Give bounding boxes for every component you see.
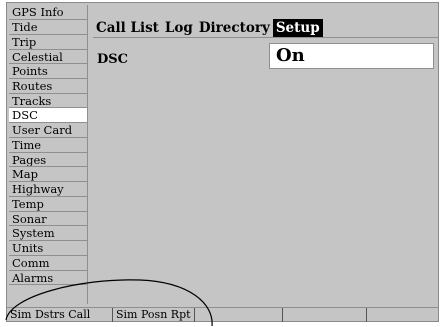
chartplotter-screen: GPS Info Tide Trip Celestial Points Rout… <box>6 2 439 322</box>
sidebar-item-units[interactable]: Units <box>9 241 87 256</box>
tab-bar: Call List Log Directory Setup <box>93 18 323 37</box>
tab-call-list[interactable]: Call List <box>93 19 162 37</box>
softkey-empty-5[interactable] <box>367 308 438 322</box>
sidebar-item-tracks[interactable]: Tracks <box>9 94 87 108</box>
tab-underline <box>93 37 438 38</box>
softkey-sim-position-report[interactable]: Sim Posn Rpt <box>113 308 195 322</box>
sidebar-item-celestial[interactable]: Celestial <box>9 50 87 64</box>
softkey-sim-distress-call[interactable]: Sim Dstrs Call <box>7 308 113 322</box>
sidebar-item-tide[interactable]: Tide <box>9 20 87 35</box>
sidebar-item-highway[interactable]: Highway <box>9 182 87 197</box>
tab-directory[interactable]: Directory <box>196 19 273 37</box>
sidebar-item-alarms[interactable]: Alarms <box>9 271 87 285</box>
sidebar-item-points[interactable]: Points <box>9 64 87 79</box>
sidebar-item-routes[interactable]: Routes <box>9 79 87 94</box>
sidebar-item-sonar[interactable]: Sonar <box>9 212 87 226</box>
sidebar-item-temp[interactable]: Temp <box>9 197 87 212</box>
sidebar-item-system[interactable]: System <box>9 226 87 241</box>
softkey-bar: Sim Dstrs Call Sim Posn Rpt <box>7 307 438 322</box>
sidebar-item-user-card[interactable]: User Card <box>9 123 87 138</box>
sidebar-item-trip[interactable]: Trip <box>9 35 87 50</box>
sidebar-item-gps-info[interactable]: GPS Info <box>9 5 87 20</box>
softkey-empty-4[interactable] <box>283 308 367 322</box>
sidebar-item-dsc[interactable]: DSC <box>9 108 87 123</box>
main-menu-sidebar: GPS Info Tide Trip Celestial Points Rout… <box>9 5 87 304</box>
tab-setup[interactable]: Setup <box>272 19 323 37</box>
sidebar-item-time[interactable]: Time <box>9 138 87 153</box>
softkey-empty-3[interactable] <box>195 308 283 322</box>
sidebar-item-pages[interactable]: Pages <box>9 153 87 167</box>
sidebar-divider <box>87 5 88 304</box>
sidebar-item-map[interactable]: Map <box>9 167 87 182</box>
tab-log[interactable]: Log <box>162 19 196 37</box>
dsc-setting-label: DSC <box>97 52 129 67</box>
dsc-setting-field[interactable]: On <box>269 43 434 69</box>
sidebar-item-comm[interactable]: Comm <box>9 256 87 271</box>
